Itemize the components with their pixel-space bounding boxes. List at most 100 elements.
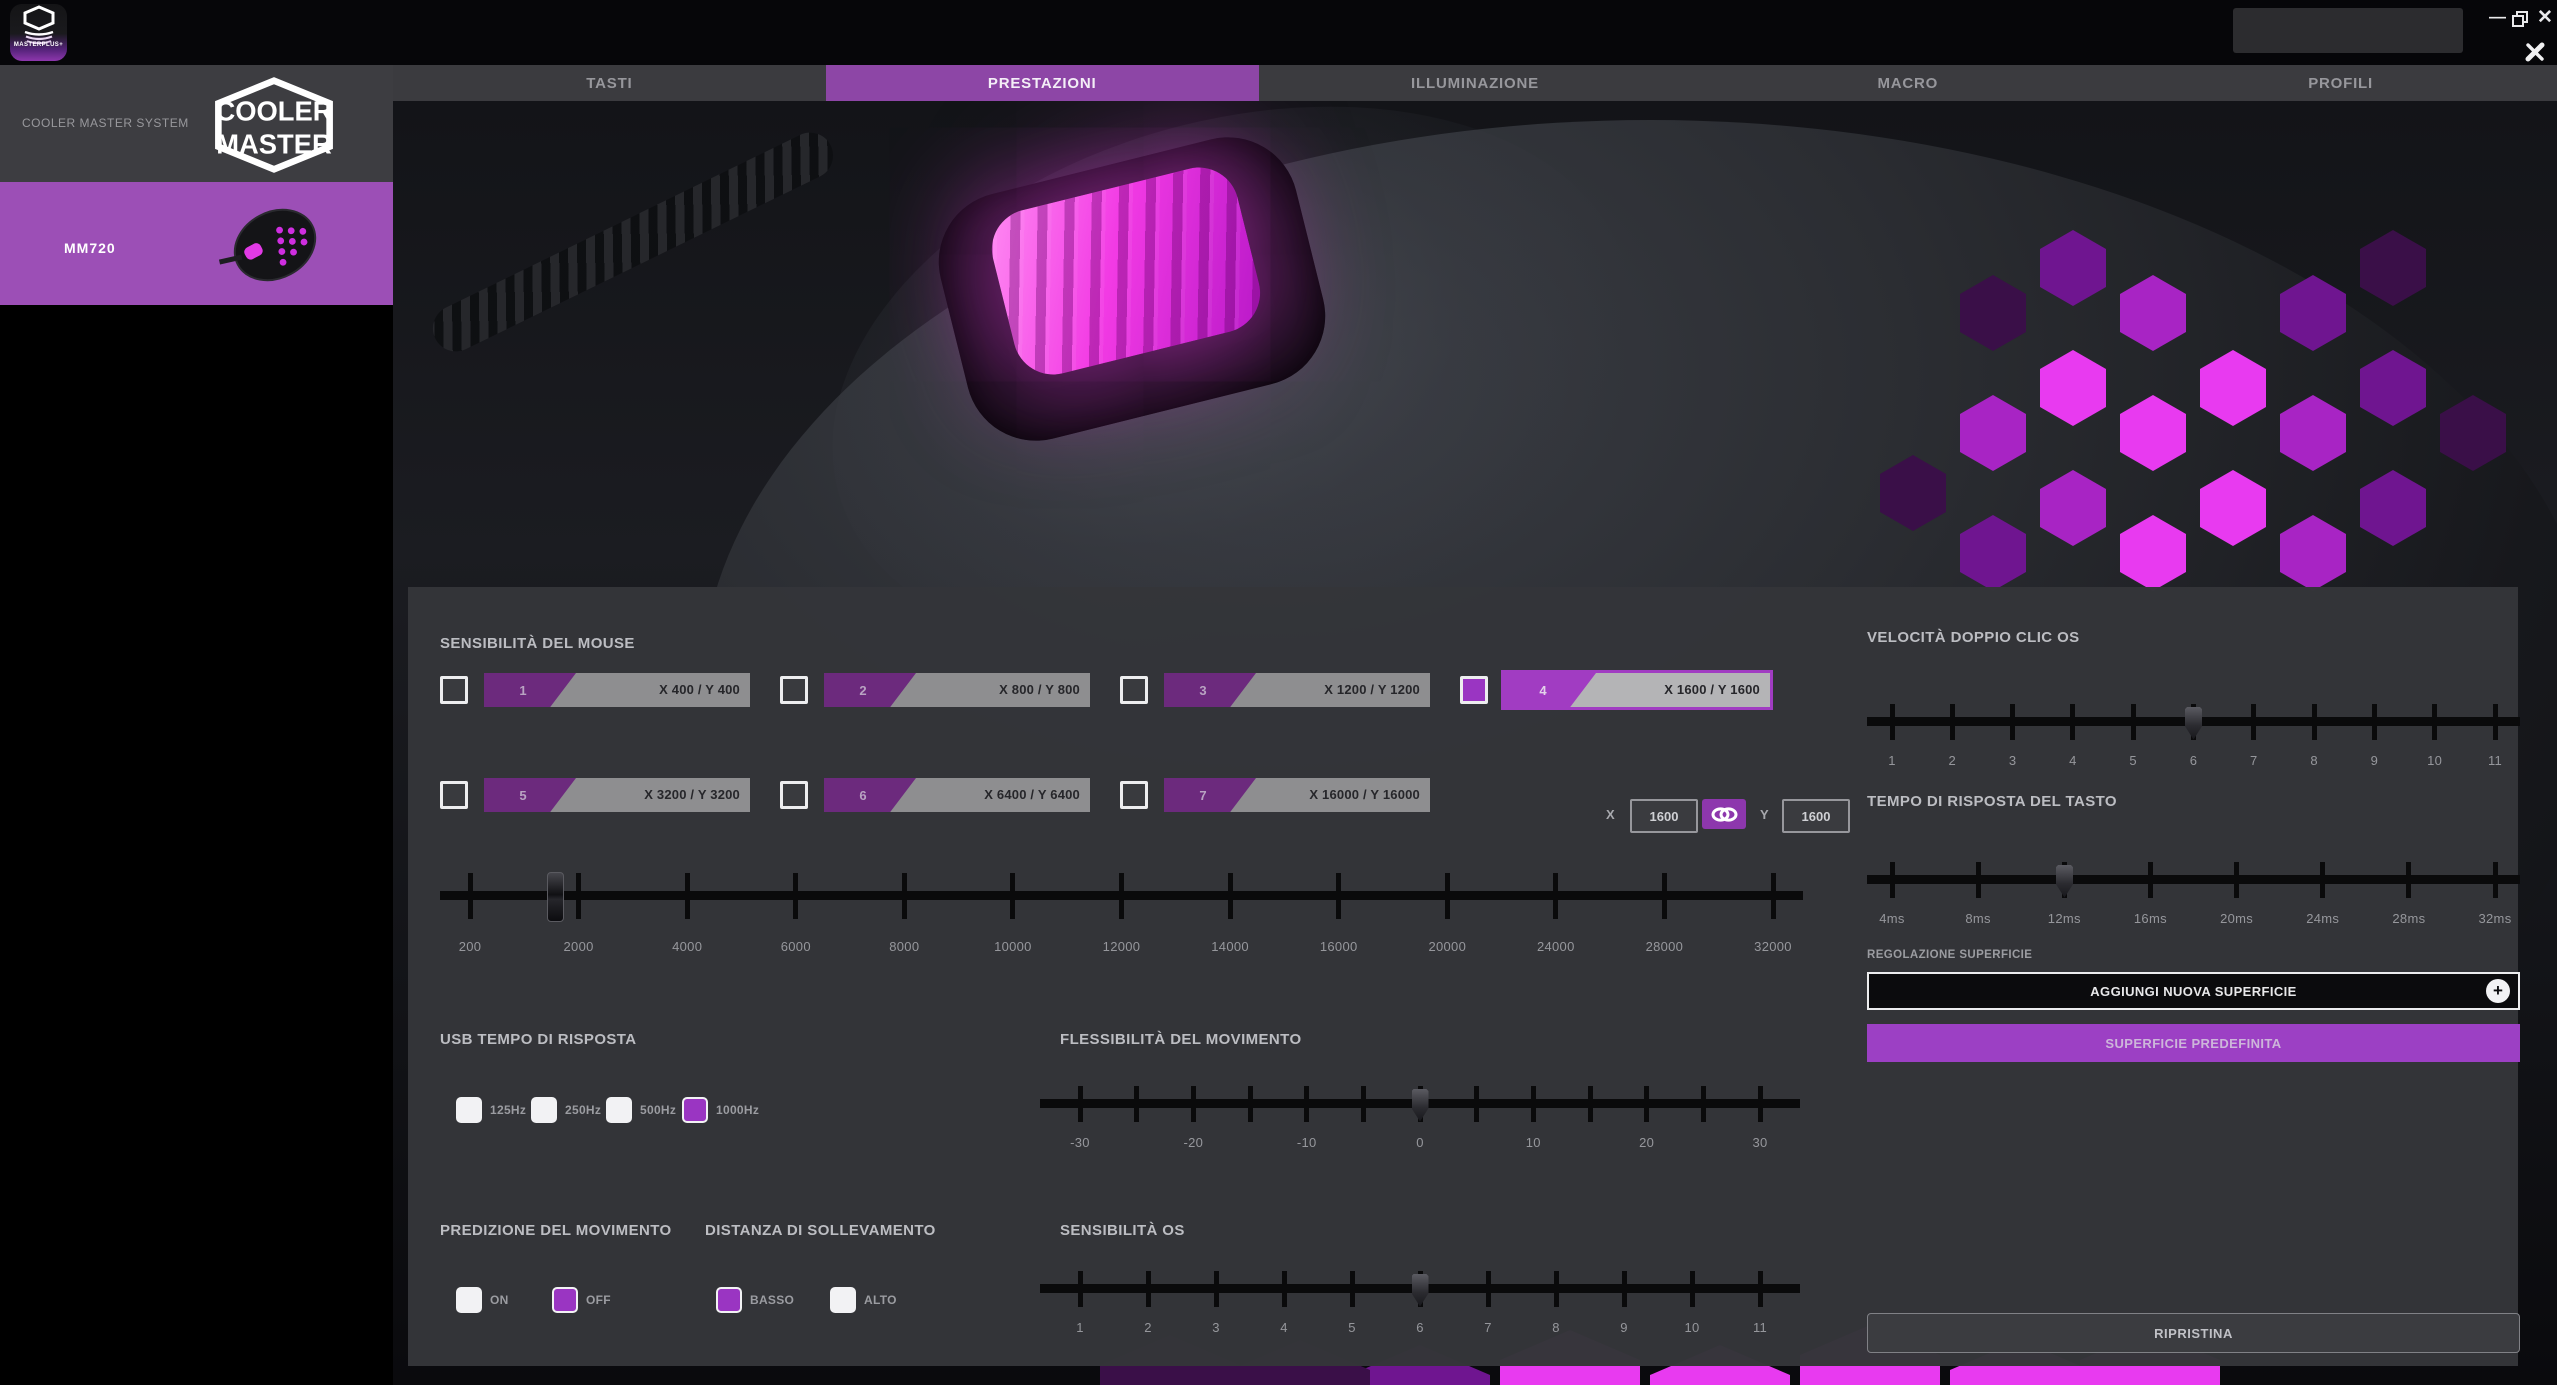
tick-label: 20	[1602, 1135, 1692, 1150]
slider-handle[interactable]	[1412, 1089, 1429, 1122]
slider-tick	[2251, 704, 2256, 740]
svg-text:MASTER: MASTER	[216, 128, 332, 159]
slider-tick	[1758, 1086, 1763, 1122]
usb-rate-option-label: 500Hz	[640, 1103, 676, 1117]
slider-tick	[2070, 704, 2075, 740]
restore-icon	[2512, 11, 2529, 27]
slider-tick	[1950, 704, 1955, 740]
dpi-preset-value: X 800 / Y 800	[999, 673, 1080, 707]
usb-rate-option-checkbox[interactable]	[456, 1097, 482, 1123]
y-axis-label: Y	[1760, 807, 1769, 822]
liftoff-option-label: BASSO	[750, 1293, 794, 1307]
minimize-button[interactable]: —	[2489, 8, 2506, 25]
profile-selector[interactable]	[2233, 8, 2463, 53]
sidebar-item-mm720[interactable]: MM720	[0, 182, 393, 305]
liftoff-section-title: DISTANZA DI SOLLEVAMENTO	[705, 1222, 936, 1239]
tab-tasti[interactable]: TASTI	[393, 65, 826, 101]
slider-tick	[685, 873, 690, 919]
usb-rate-option-checkbox[interactable]	[682, 1097, 708, 1123]
slider-tick	[1248, 1086, 1253, 1122]
flex-slider[interactable]: -30-20-100102030	[1040, 1057, 1800, 1172]
os-sensitivity-title: SENSIBILITÀ OS	[1060, 1222, 1185, 1239]
masterplus-app-icon: MASTERPLUS+	[10, 4, 67, 61]
tick-label: 24000	[1511, 939, 1601, 954]
dpi-preset[interactable]: 6X 6400 / Y 6400	[824, 778, 1090, 812]
dpi-preset-checkbox[interactable]	[780, 676, 808, 704]
tab-profili[interactable]: PROFILI	[2124, 65, 2557, 101]
slider-tick	[1350, 1271, 1355, 1307]
slider-handle[interactable]	[2056, 865, 2073, 898]
os-sensitivity-slider[interactable]: 1234567891011	[1040, 1242, 1800, 1357]
usb-rate-option-checkbox[interactable]	[531, 1097, 557, 1123]
dpi-preset-number: 2	[824, 673, 916, 707]
slider-tick	[1146, 1271, 1151, 1307]
dpi-preset[interactable]: 1X 400 / Y 400	[484, 673, 750, 707]
double-click-slider[interactable]: 1234567891011	[1867, 675, 2520, 790]
dpi-preset-checkbox[interactable]	[440, 676, 468, 704]
slider-track[interactable]	[1867, 875, 2520, 884]
add-surface-button[interactable]: AGGIUNGI NUOVA SUPERFICIE +	[1867, 972, 2520, 1010]
double-click-title: VELOCITÀ DOPPIO CLIC OS	[1867, 629, 2080, 646]
dpi-x-input[interactable]	[1630, 799, 1698, 833]
main-tab-bar: TASTI PRESTAZIONI ILLUMINAZIONE MACRO PR…	[393, 65, 2557, 101]
usb-rate-option-label: 250Hz	[565, 1103, 601, 1117]
dpi-y-input[interactable]	[1782, 799, 1850, 833]
tab-macro[interactable]: MACRO	[1691, 65, 2124, 101]
usb-rate-option-checkbox[interactable]	[606, 1097, 632, 1123]
tick-label: 10000	[968, 939, 1058, 954]
dpi-preset-value: X 400 / Y 400	[659, 673, 740, 707]
dpi-preset-checkbox[interactable]	[1460, 676, 1488, 704]
dpi-preset[interactable]: 2 X 800 / Y 800	[824, 673, 1090, 707]
tab-illuminazione[interactable]: ILLUMINAZIONE	[1259, 65, 1692, 101]
usb-section-title: USB TEMPO DI RISPOSTA	[440, 1031, 636, 1048]
slider-tick	[2432, 704, 2437, 740]
dpi-preset-checkbox[interactable]	[1120, 676, 1148, 704]
response-time-slider[interactable]: 4ms8ms12ms16ms20ms24ms28ms32ms	[1867, 833, 2520, 948]
slider-handle[interactable]	[547, 872, 564, 922]
tick-label: 12ms	[2019, 911, 2109, 926]
tick-label: 200	[425, 939, 515, 954]
app-icon-label: MASTERPLUS+	[14, 42, 63, 48]
default-surface-button[interactable]: SUPERFICIE PREDEFINITA	[1867, 1024, 2520, 1062]
prediction-option-checkbox[interactable]	[552, 1287, 578, 1313]
slider-tick	[1531, 1086, 1536, 1122]
usb-rate-option-label: 125Hz	[490, 1103, 526, 1117]
dpi-slider[interactable]: 2002000400060008000100001200014000160002…	[440, 849, 1803, 964]
tick-label: 30	[1715, 1135, 1805, 1150]
slider-tick	[793, 873, 798, 919]
slider-tick	[2320, 862, 2325, 898]
device-thumbnail	[210, 190, 340, 298]
prediction-option-checkbox[interactable]	[456, 1287, 482, 1313]
dpi-preset[interactable]: 3X 1200 / Y 1200	[1164, 673, 1430, 707]
slider-tick	[1078, 1271, 1083, 1307]
slider-handle[interactable]	[1412, 1274, 1429, 1307]
dpi-preset-checkbox[interactable]	[780, 781, 808, 809]
response-time-title: TEMPO DI RISPOSTA DEL TASTO	[1867, 793, 2117, 810]
xy-link-button[interactable]	[1702, 799, 1746, 829]
tick-label: 20000	[1402, 939, 1492, 954]
restore-label: RIPRISTINA	[2154, 1326, 2233, 1341]
dpi-preset-checkbox[interactable]	[440, 781, 468, 809]
prediction-option-label: OFF	[586, 1293, 611, 1307]
flex-section-title: FLESSIBILITÀ DEL MOVIMENTO	[1060, 1031, 1302, 1048]
dpi-preset[interactable]: 4X 1600 / Y 1600	[1504, 673, 1770, 707]
close-button[interactable]: ✕	[2537, 9, 2553, 26]
slider-handle[interactable]	[2185, 707, 2202, 740]
dpi-preset[interactable]: 7X 16000 / Y 16000	[1164, 778, 1430, 812]
dpi-preset[interactable]: 5X 3200 / Y 3200	[484, 778, 750, 812]
liftoff-option-checkbox[interactable]	[830, 1287, 856, 1313]
restore-button[interactable]	[2512, 11, 2529, 32]
svg-text:COOLER: COOLER	[216, 95, 333, 126]
tab-prestazioni[interactable]: PRESTAZIONI	[826, 65, 1259, 101]
tools-button[interactable]	[2524, 41, 2546, 68]
masterplus-logo-icon	[17, 4, 61, 44]
dpi-section-title: SENSIBILITÀ DEL MOUSE	[440, 635, 635, 652]
tick-label: 16ms	[2105, 911, 2195, 926]
slider-tick	[1214, 1271, 1219, 1307]
liftoff-option-checkbox[interactable]	[716, 1287, 742, 1313]
restore-defaults-button[interactable]: RIPRISTINA	[1867, 1313, 2520, 1353]
slider-tick	[2010, 704, 2015, 740]
dpi-preset-checkbox[interactable]	[1120, 781, 1148, 809]
slider-tick	[1474, 1086, 1479, 1122]
slider-tick	[1078, 1086, 1083, 1122]
